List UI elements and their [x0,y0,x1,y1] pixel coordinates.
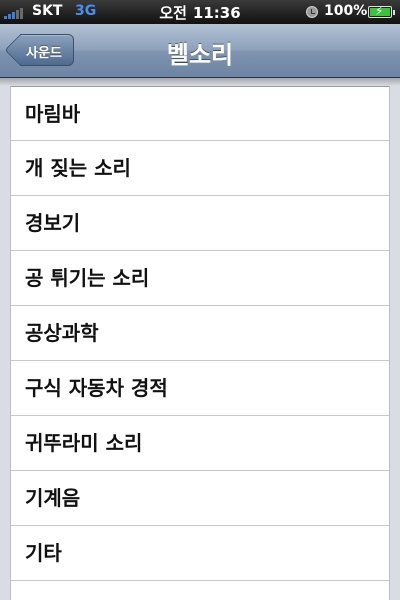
ringtone-list[interactable]: 마림바 개 짖는 소리 경보기 공 튀기는 소리 공상과학 구식 자동차 경적 귀뚜라미 소… [10,86,390,600]
page-title: 벨소리 [166,41,234,69]
list-item[interactable]: 기타 [11,526,389,581]
content-area: 마림바 개 짖는 소리 경보기 공 튀기는 소리 공상과학 구식 자동차 경적 귀뚜라미 소… [0,78,400,600]
list-item[interactable]: 공 튀기는 소리 [11,251,389,306]
list-item[interactable]: 경보기 [11,196,389,251]
charging-bolt-icon: ⚡ [375,4,384,18]
list-item[interactable]: 개 짖는 소리 [11,141,389,196]
navigation-bar: 사운드 벨소리 [0,24,400,78]
list-item[interactable]: 기계음 [11,471,389,526]
orientation-lock-icon [306,6,318,18]
screen: SKT 3G 오전 11:36 100% ⚡ 사운드 벨소리 마림바 개 짖는 소리… [0,0,400,600]
time-period: 오전 [159,4,187,22]
list-item[interactable]: 마림바 [11,86,389,141]
battery-charging-icon: ⚡ [368,4,395,18]
time: 11:36 [192,4,241,22]
status-bar: SKT 3G 오전 11:36 100% ⚡ [0,0,400,24]
list-item[interactable]: 귀뚜라미 소리 [11,416,389,471]
list-item[interactable]: 공상과학 [11,306,389,361]
battery-percentage: 100% [324,3,368,19]
list-item[interactable]: 구식 자동차 경적 [11,361,389,416]
